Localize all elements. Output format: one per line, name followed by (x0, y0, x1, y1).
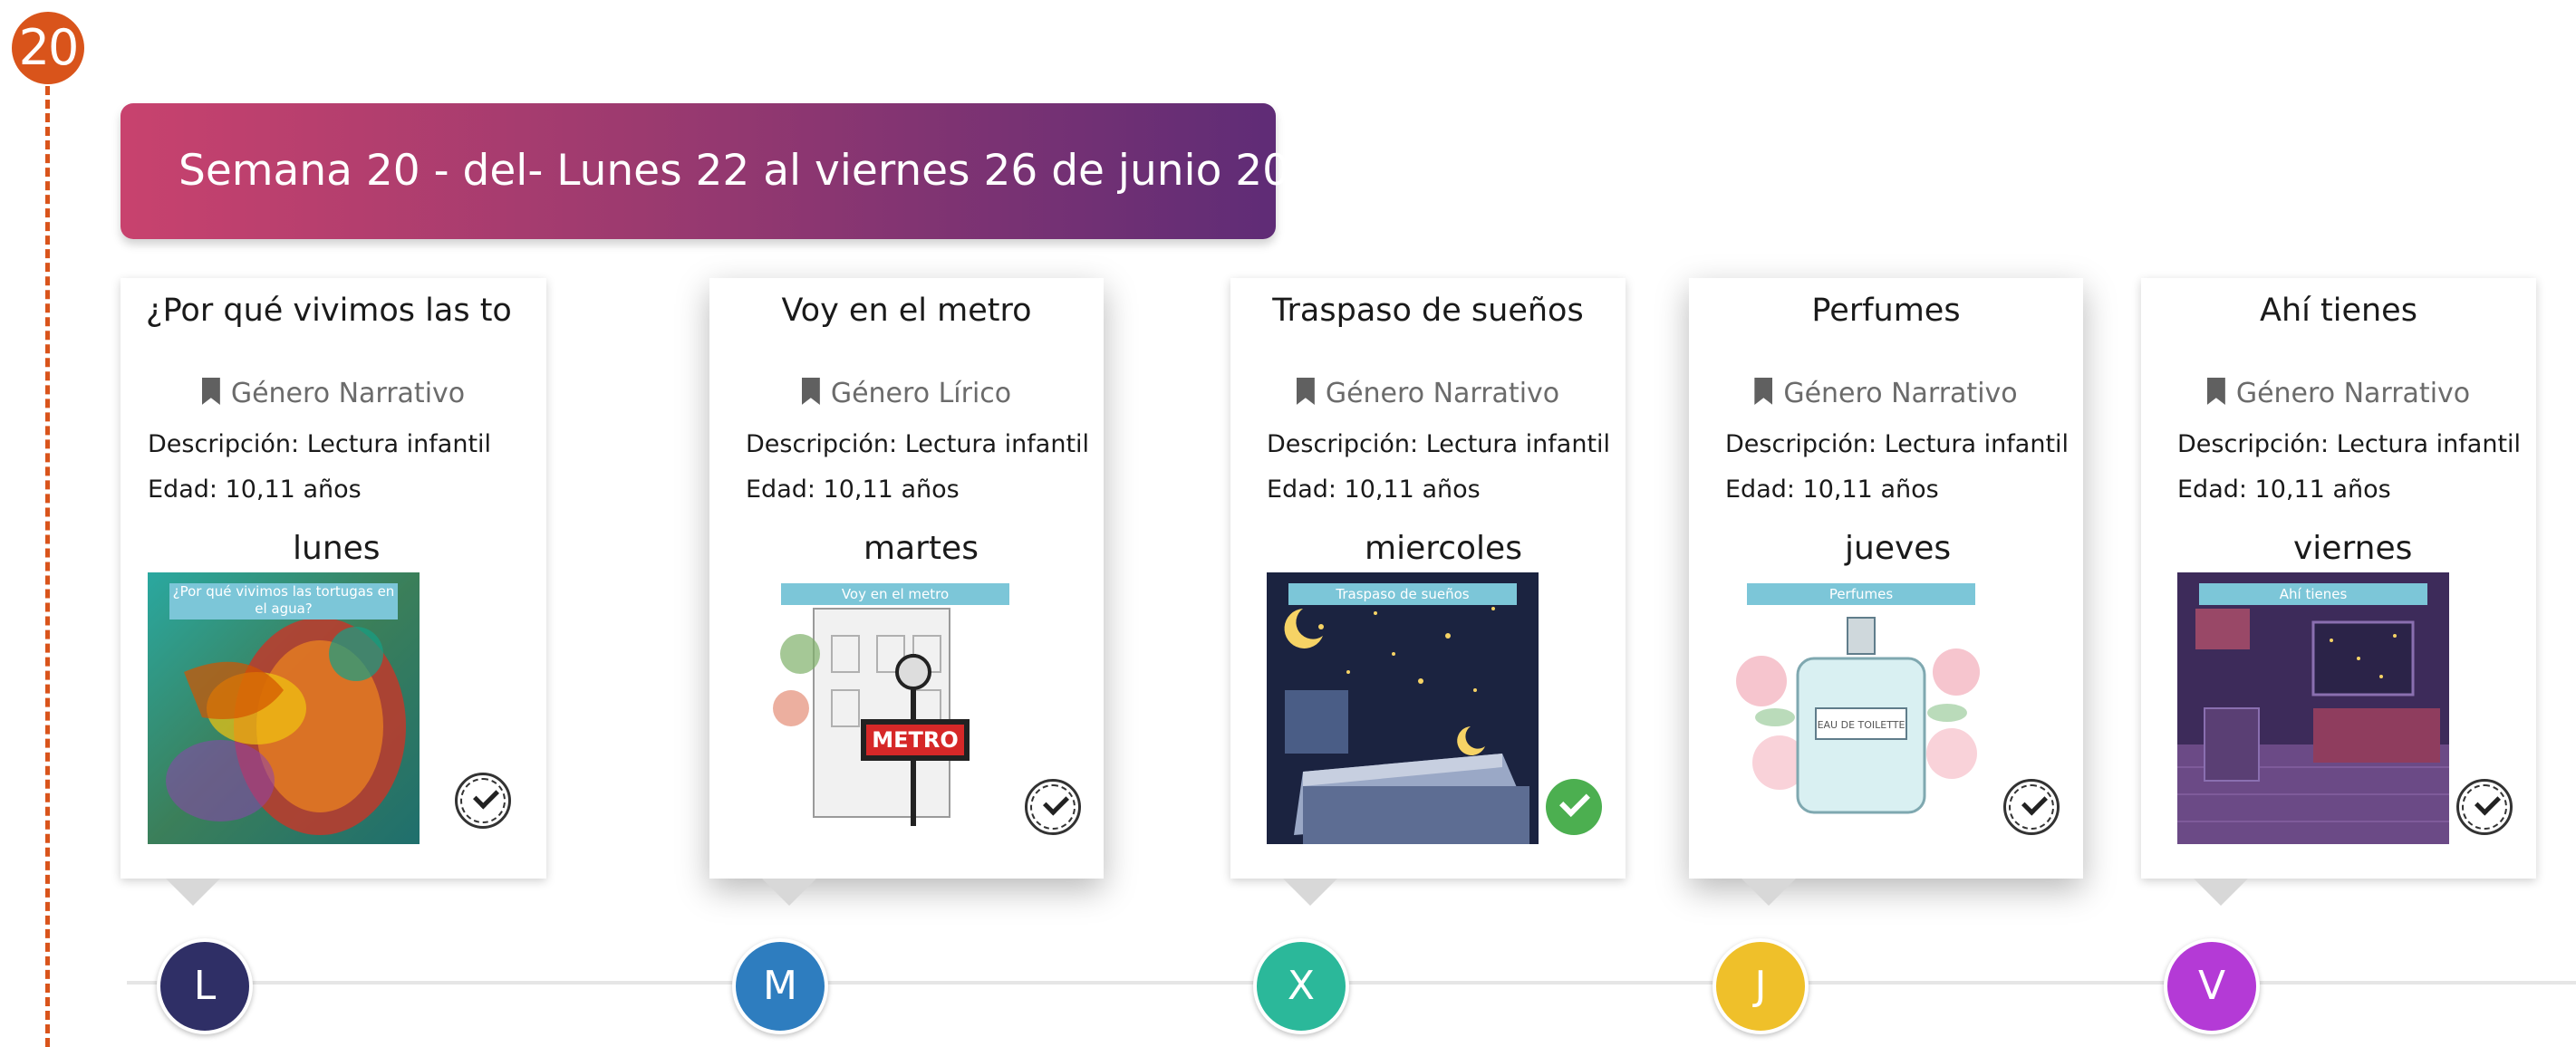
book-cover-image[interactable]: EAU DE TOILETTE Perfumes (1725, 572, 1997, 844)
card-day: viernes (2293, 530, 2413, 567)
week-title: Semana 20 - del- Lunes 22 al viernes 26 … (178, 146, 1344, 196)
card-pointer (1283, 879, 1337, 906)
card-title: Voy en el metro (781, 293, 1032, 329)
checkmark-stamp-icon[interactable] (1025, 779, 1081, 835)
card-description: Descripción: Lectura infantil (2177, 430, 2522, 458)
day-dot-jueves[interactable]: J (1713, 938, 1809, 1034)
card-genre: Género Lírico (709, 378, 1104, 409)
card-genre: Género Narrativo (2141, 378, 2536, 409)
cover-caption: Traspaso de sueños (1288, 583, 1517, 605)
bookmark-icon (801, 378, 820, 405)
day-dot-lunes[interactable]: L (157, 938, 253, 1034)
book-cover-image[interactable]: Traspaso de sueños (1267, 572, 1539, 844)
metro-sign-illustration: METRO (759, 572, 1031, 844)
cover-caption: Perfumes (1747, 583, 1975, 605)
day-dot-martes[interactable]: M (732, 938, 828, 1034)
card-age: Edad: 10,11 años (1267, 475, 1481, 504)
reading-card-jueves[interactable]: Perfumes Género Narrativo Descripción: L… (1689, 278, 2083, 879)
checkmark-stamp-icon[interactable] (455, 773, 511, 829)
bookmark-icon (201, 378, 220, 405)
genre-label: Género Narrativo (1325, 378, 1560, 409)
cover-caption: Ahí tienes (2199, 583, 2427, 605)
card-age: Edad: 10,11 años (2177, 475, 2391, 504)
book-cover-image[interactable]: Ahí tienes (2177, 572, 2449, 844)
week-header-banner: Semana 20 - del- Lunes 22 al viernes 26 … (121, 103, 1344, 239)
bookmark-icon (2206, 378, 2225, 405)
cover-caption: ¿Por qué vivimos las tortugas en el agua… (169, 583, 398, 620)
genre-label: Género Narrativo (230, 378, 466, 409)
card-day: jueves (1845, 530, 1952, 567)
card-pointer (166, 879, 220, 906)
bookmark-icon (1296, 378, 1315, 405)
card-age: Edad: 10,11 años (1725, 475, 1939, 504)
svg-text:METRO: METRO (872, 727, 959, 753)
night-bedroom-illustration (1267, 572, 1539, 844)
card-day: lunes (293, 530, 381, 567)
card-genre: Género Narrativo (1230, 378, 1626, 409)
card-title: Traspaso de sueños (1272, 293, 1584, 329)
book-cover-image[interactable]: METRO Voy en el metro (759, 572, 1031, 844)
card-title: Ahí tienes (2260, 293, 2417, 329)
reading-card-lunes[interactable]: ¿Por qué vivimos las tortugas en el agua… (121, 278, 546, 879)
card-description: Descripción: Lectura infantil (148, 430, 492, 458)
reading-card-miercoles[interactable]: Traspaso de sueños Género Narrativo Desc… (1230, 278, 1626, 879)
card-pointer (762, 879, 816, 906)
reading-card-viernes[interactable]: Ahí tienes Género Narrativo Descripción:… (2141, 278, 2536, 879)
week-number-badge: 20 (12, 12, 84, 84)
card-age: Edad: 10,11 años (746, 475, 960, 504)
checkmark-stamp-icon[interactable] (2003, 779, 2060, 835)
book-cover-image[interactable]: ¿Por qué vivimos las tortugas en el agua… (148, 572, 420, 844)
card-genre: Género Narrativo (121, 378, 546, 409)
timeline-vertical-dashed-line (45, 86, 50, 1047)
perfume-bottle-illustration: EAU DE TOILETTE (1725, 572, 1997, 844)
svg-text:EAU DE TOILETTE: EAU DE TOILETTE (1818, 719, 1905, 731)
card-day: martes (863, 530, 979, 567)
card-day: miercoles (1365, 530, 1522, 567)
bookmark-icon (1754, 378, 1773, 405)
cover-caption: Voy en el metro (781, 583, 1009, 605)
card-pointer (1741, 879, 1796, 906)
card-description: Descripción: Lectura infantil (1267, 430, 1611, 458)
card-pointer (2194, 879, 2248, 906)
genre-label: Género Narrativo (1783, 378, 2018, 409)
reading-card-martes[interactable]: Voy en el metro Género Lírico Descripció… (709, 278, 1104, 879)
card-age: Edad: 10,11 años (148, 475, 362, 504)
card-title: ¿Por qué vivimos las tortugas en el agua… (146, 293, 510, 329)
day-dot-miercoles[interactable]: X (1253, 938, 1349, 1034)
checkmark-completed-icon[interactable] (1546, 779, 1602, 835)
card-genre: Género Narrativo (1689, 378, 2083, 409)
genre-label: Género Narrativo (2235, 378, 2471, 409)
genre-label: Género Lírico (830, 378, 1012, 409)
card-description: Descripción: Lectura infantil (1725, 430, 2069, 458)
card-title: Perfumes (1811, 293, 1961, 329)
card-description: Descripción: Lectura infantil (746, 430, 1090, 458)
bedroom-illustration (2177, 572, 2449, 844)
day-dot-viernes[interactable]: V (2164, 938, 2260, 1034)
checkmark-stamp-icon[interactable] (2456, 779, 2513, 835)
